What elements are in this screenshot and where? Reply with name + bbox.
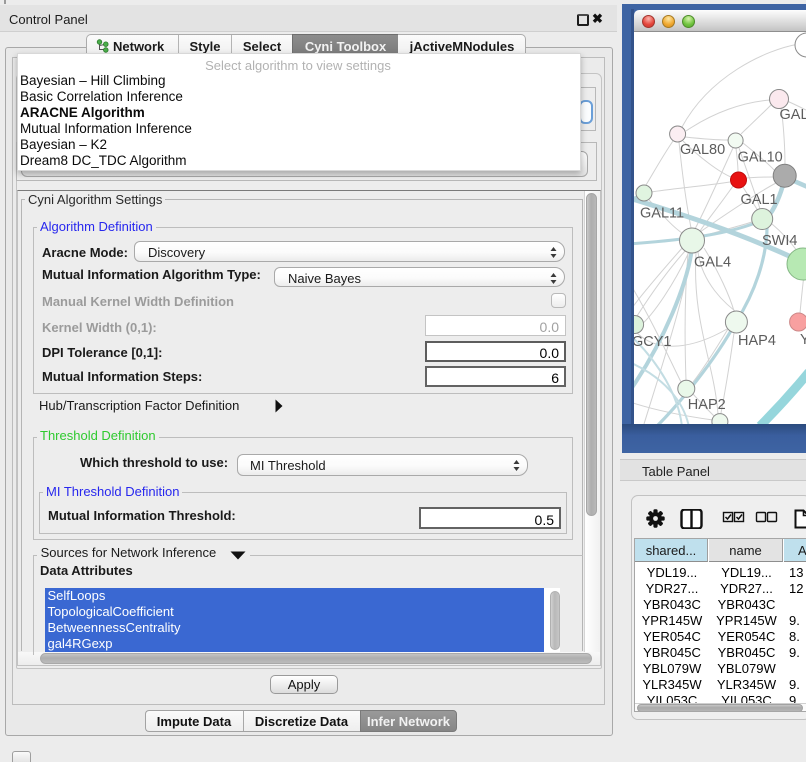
svg-text:Y: Y (800, 332, 806, 348)
svg-text:HAP4: HAP4 (738, 333, 776, 349)
svg-text:SWI4: SWI4 (762, 233, 797, 249)
svg-text:GAL11: GAL11 (640, 206, 684, 222)
svg-text:HAP2: HAP2 (688, 397, 726, 413)
svg-text:GCY1: GCY1 (634, 334, 672, 350)
svg-text:GAL80: GAL80 (680, 142, 725, 158)
svg-text:GAL2: GAL2 (780, 107, 806, 123)
svg-text:GAL4: GAL4 (694, 255, 731, 271)
svg-text:GAL10: GAL10 (738, 150, 783, 166)
svg-text:GAL1: GAL1 (741, 192, 778, 208)
